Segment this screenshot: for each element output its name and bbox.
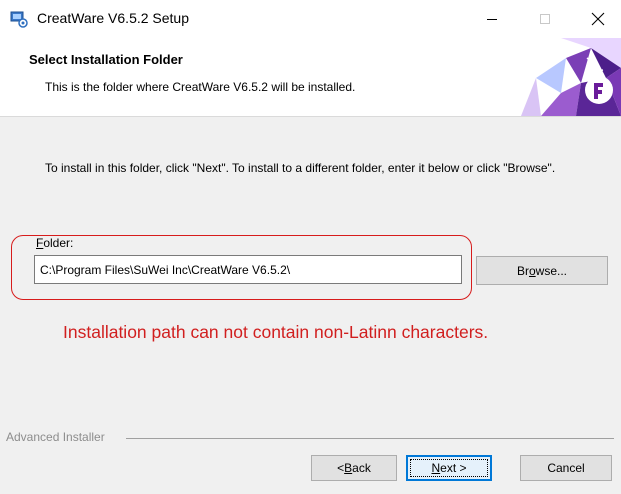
footer-divider — [126, 438, 614, 439]
minimize-icon — [487, 19, 497, 20]
instruction-text: To install in this folder, click "Next".… — [45, 161, 556, 175]
next-label-post: ext > — [440, 461, 467, 475]
error-message: Installation path can not contain non-La… — [63, 322, 489, 342]
browse-label-pre: Br — [516, 263, 529, 278]
folder-label-rest: older: — [43, 236, 74, 250]
back-label-mnemonic: B — [344, 461, 353, 475]
browse-label-mnemonic: o — [528, 263, 536, 278]
back-label-post: ack — [352, 461, 371, 475]
browse-button[interactable]: Br o wse... — [476, 256, 608, 285]
page-title: Select Installation Folder — [29, 52, 183, 67]
title-bar: CreatWare V6.5.2 Setup — [0, 0, 621, 38]
window-title: CreatWare V6.5.2 Setup — [37, 10, 190, 26]
banner-graphic — [521, 38, 621, 116]
dialog-header: Select Installation Folder This is the f… — [0, 38, 621, 117]
close-icon — [591, 12, 605, 26]
vendor-label: Advanced Installer — [6, 430, 105, 444]
folder-label: Folder: — [36, 236, 73, 250]
page-subtitle: This is the folder where CreatWare V6.5.… — [45, 80, 356, 94]
cancel-button[interactable]: Cancel — [520, 455, 612, 481]
next-button[interactable]: Next > — [406, 455, 492, 481]
back-label-pre: < — [337, 461, 345, 475]
folder-path-input[interactable] — [34, 255, 462, 284]
next-label-mnemonic: N — [431, 461, 441, 475]
close-button[interactable] — [575, 0, 621, 38]
maximize-icon — [540, 14, 550, 24]
maximize-button[interactable] — [522, 0, 568, 38]
browse-label-post: wse... — [535, 263, 568, 278]
minimize-button[interactable] — [469, 0, 515, 38]
next-focus-rect: Next > — [410, 459, 488, 477]
installer-icon — [10, 11, 28, 28]
back-button[interactable]: < Back — [311, 455, 397, 481]
